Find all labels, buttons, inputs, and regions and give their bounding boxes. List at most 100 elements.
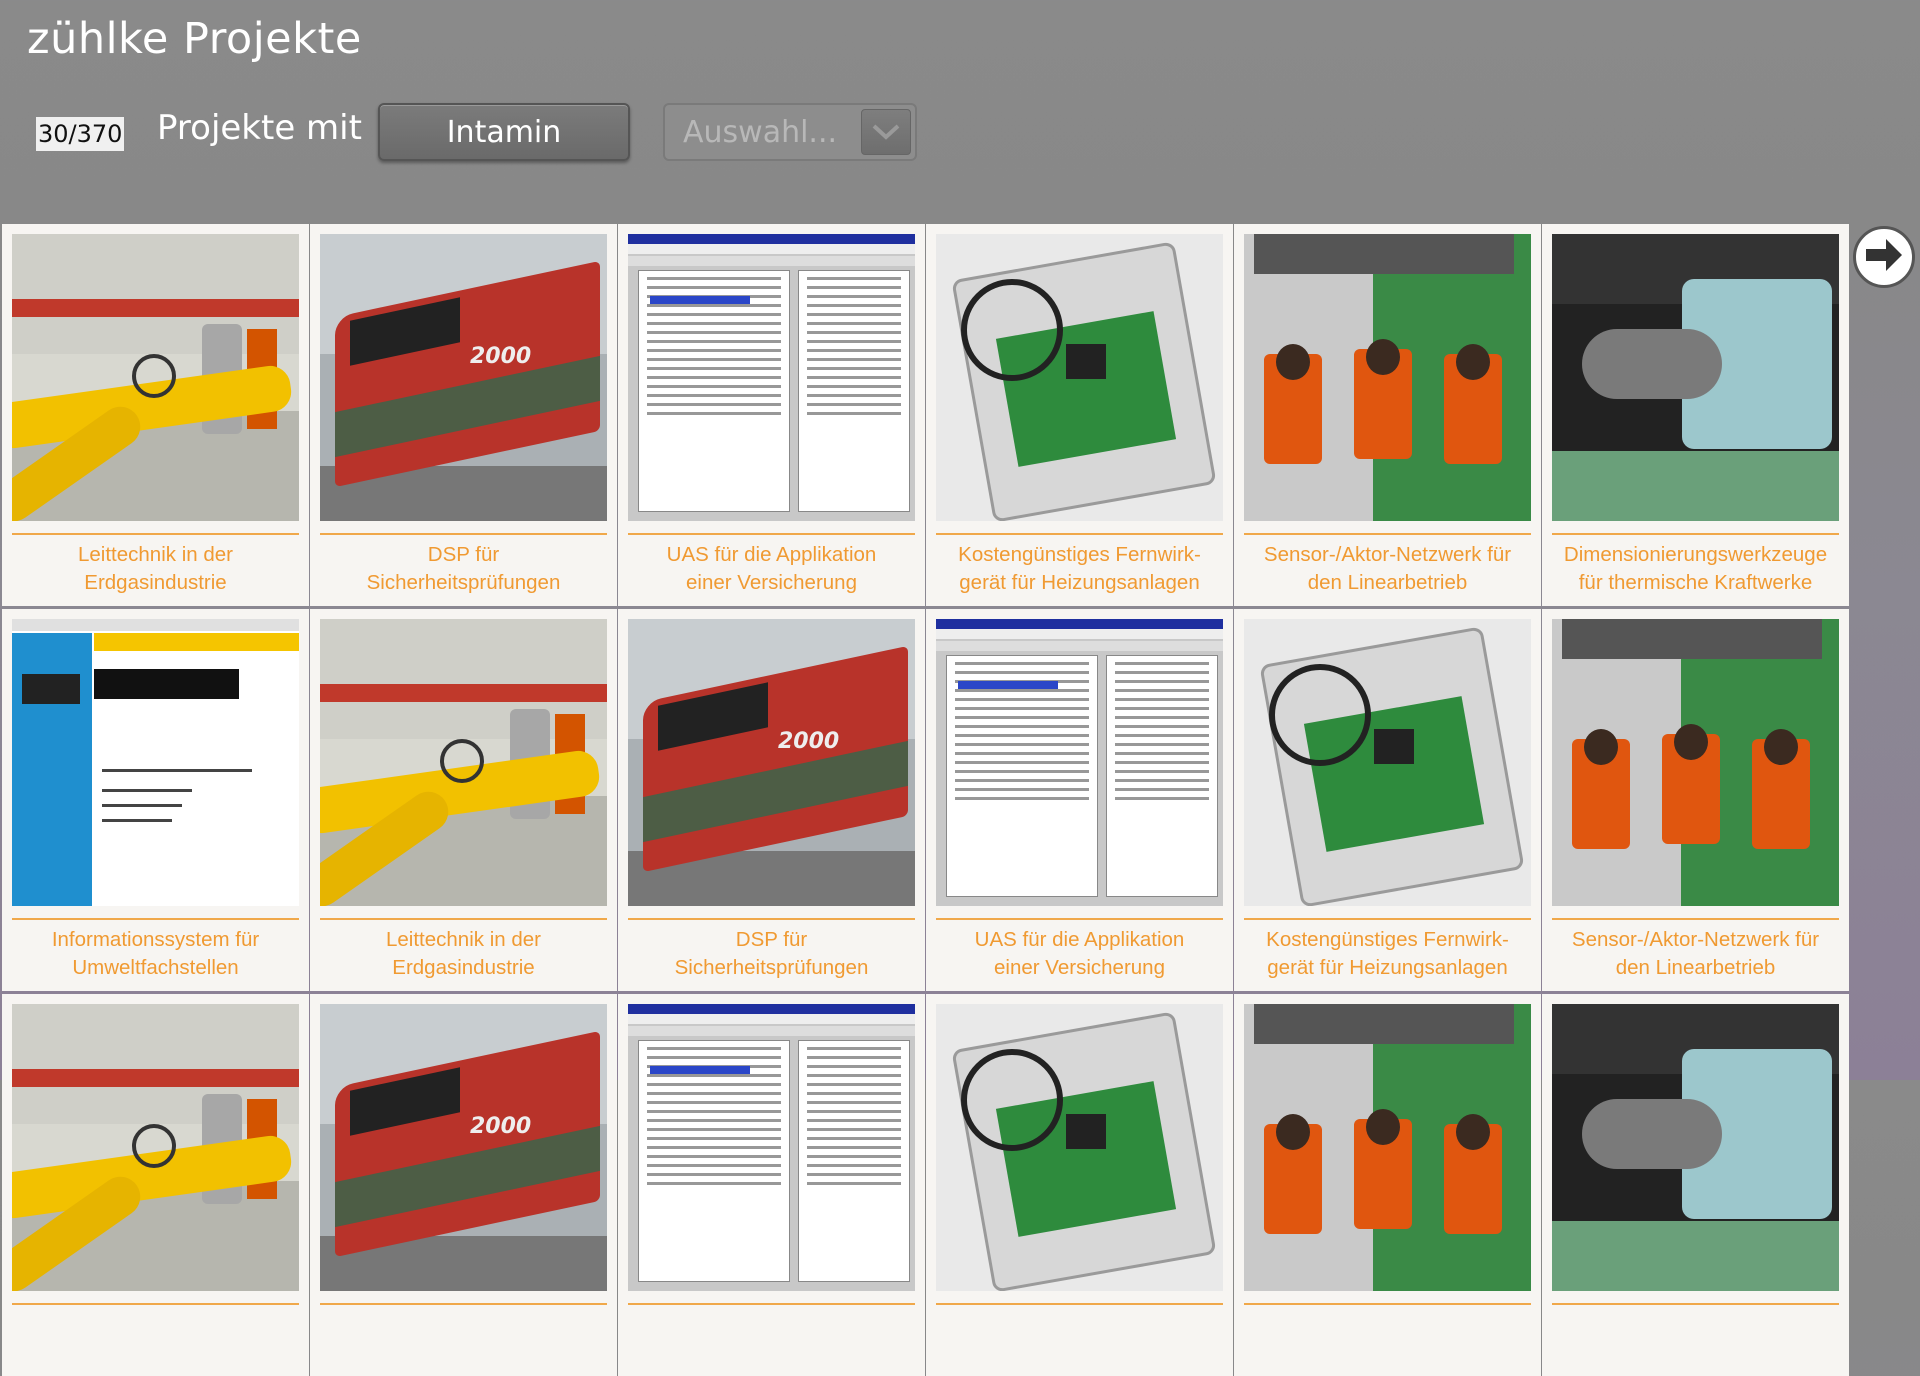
project-caption-line-1: Dimensionierungswerkzeuge <box>1563 543 1828 566</box>
project-thumbnail <box>628 234 915 521</box>
app-title: zühlke Projekte <box>27 14 362 64</box>
project-caption: DSP für Sicherheitsprüfungen <box>628 926 915 982</box>
project-card[interactable]: Sensor-/Aktor-Netzwerk für den Linearbetr… <box>1234 224 1541 606</box>
project-caption: Leittechnik in der Erdgasindustrie <box>320 926 607 982</box>
caption-divider <box>628 918 915 920</box>
project-thumbnail: 2000 <box>320 1004 607 1291</box>
project-caption-line-2: Erdgasindustrie <box>392 956 535 979</box>
project-card[interactable]: UAS für die Applikation einer Versicherun… <box>926 609 1233 991</box>
next-page-button[interactable] <box>1853 226 1915 288</box>
project-thumbnail <box>1244 1004 1531 1291</box>
project-caption: Leittechnik in der Erdgasindustrie <box>12 541 299 597</box>
project-grid: Leittechnik in der Erdgasindustrie 2000 DSP… <box>2 224 1849 1376</box>
project-caption-line-1: UAS für die Applikation <box>974 928 1185 951</box>
project-thumbnail <box>320 619 607 906</box>
project-caption: Informationssystem für Umweltfachstellen <box>12 926 299 982</box>
selection-dropdown[interactable]: Auswahl... <box>663 103 917 161</box>
caption-divider <box>936 1303 1223 1305</box>
project-thumbnail <box>1244 619 1531 906</box>
project-caption-line-2: den Linearbetrieb <box>1307 571 1468 594</box>
project-caption: DSP für Sicherheitsprüfungen <box>320 541 607 597</box>
project-caption-line-2: für thermische Kraftwerke <box>1578 571 1813 594</box>
project-caption-line-1: Leittechnik in der <box>386 928 541 951</box>
project-caption-line-1: Sensor-/Aktor-Netzwerk für <box>1263 543 1512 566</box>
project-caption-line-2: den Linearbetrieb <box>1615 956 1776 979</box>
project-card[interactable]: Leittechnik in der Erdgasindustrie <box>310 609 617 991</box>
caption-divider <box>936 918 1223 920</box>
project-thumbnail: 2000 <box>320 234 607 521</box>
project-thumbnail <box>12 234 299 521</box>
caption-divider <box>936 533 1223 535</box>
project-thumbnail: 2000 <box>628 619 915 906</box>
caption-divider <box>1244 918 1531 920</box>
caption-divider <box>12 918 299 920</box>
project-card[interactable]: 2000 <box>310 994 617 1376</box>
project-card[interactable]: Sensor-/Aktor-Netzwerk für den Linearbetr… <box>1542 609 1849 991</box>
project-caption-line-2: gerät für Heizungsanlagen <box>959 571 1200 594</box>
chevron-down-icon[interactable] <box>861 109 911 155</box>
selection-placeholder: Auswahl... <box>683 114 838 150</box>
project-card[interactable] <box>618 994 925 1376</box>
project-card[interactable]: Dimensionierungswerkzeuge für thermische … <box>1542 224 1849 606</box>
project-thumbnail <box>12 619 299 906</box>
caption-divider <box>628 533 915 535</box>
project-card[interactable]: 2000 DSP für Sicherheitsprüfungen <box>618 609 925 991</box>
project-thumbnail <box>936 1004 1223 1291</box>
project-thumbnail <box>12 1004 299 1291</box>
caption-divider <box>320 918 607 920</box>
project-caption-line-2: gerät für Heizungsanlagen <box>1267 956 1508 979</box>
project-caption: Kostengünstiges Fernwirk-gerät für Heizu… <box>1244 926 1531 982</box>
project-card[interactable] <box>926 994 1233 1376</box>
project-caption-line-1: DSP für <box>735 928 808 951</box>
project-caption-line-2: Sicherheitsprüfungen <box>674 956 869 979</box>
project-card[interactable]: 2000 DSP für Sicherheitsprüfungen <box>310 224 617 606</box>
project-caption: UAS für die Applikation einer Versicherun… <box>936 926 1223 982</box>
caption-divider <box>1552 1303 1839 1305</box>
project-caption-line-1: UAS für die Applikation <box>666 543 877 566</box>
project-card[interactable] <box>2 994 309 1376</box>
project-card[interactable]: Kostengünstiges Fernwirk-gerät für Heizu… <box>1234 609 1541 991</box>
project-thumbnail <box>628 1004 915 1291</box>
project-card[interactable]: Leittechnik in der Erdgasindustrie <box>2 224 309 606</box>
project-caption-line-1: Kostengünstiges Fernwirk- <box>1266 928 1509 951</box>
project-caption-line-2: Umweltfachstellen <box>72 956 239 979</box>
project-caption-line-1: Leittechnik in der <box>78 543 233 566</box>
caption-divider <box>1244 1303 1531 1305</box>
project-caption-line-2: Sicherheitsprüfungen <box>366 571 561 594</box>
caption-divider <box>1552 533 1839 535</box>
caption-divider <box>12 1303 299 1305</box>
project-caption: UAS für die Applikation einer Versicherun… <box>628 541 915 597</box>
project-caption-line-1: DSP für <box>427 543 500 566</box>
project-thumbnail <box>936 619 1223 906</box>
project-card[interactable]: Kostengünstiges Fernwirk-gerät für Heizu… <box>926 224 1233 606</box>
filter-label: Projekte mit <box>157 108 362 148</box>
project-caption-line-1: Informationssystem für <box>51 928 260 951</box>
arrow-right-icon <box>1864 237 1904 277</box>
caption-divider <box>1552 918 1839 920</box>
project-caption: Sensor-/Aktor-Netzwerk für den Linearbetr… <box>1552 926 1839 982</box>
project-caption-line-2: einer Versicherung <box>994 956 1165 979</box>
project-thumbnail <box>936 234 1223 521</box>
project-thumbnail <box>1552 234 1839 521</box>
project-caption: Sensor-/Aktor-Netzwerk für den Linearbetr… <box>1244 541 1531 597</box>
project-caption-line-2: einer Versicherung <box>686 571 857 594</box>
filter-value-button[interactable]: Intamin <box>378 103 630 161</box>
project-card[interactable]: UAS für die Applikation einer Versicherun… <box>618 224 925 606</box>
caption-divider <box>320 1303 607 1305</box>
caption-divider <box>12 533 299 535</box>
caption-divider <box>628 1303 915 1305</box>
project-caption-line-1: Sensor-/Aktor-Netzwerk für <box>1571 928 1820 951</box>
project-caption: Kostengünstiges Fernwirk-gerät für Heizu… <box>936 541 1223 597</box>
project-thumbnail <box>1552 1004 1839 1291</box>
project-thumbnail <box>1244 234 1531 521</box>
caption-divider <box>1244 533 1531 535</box>
project-thumbnail <box>1552 619 1839 906</box>
project-caption: Dimensionierungswerkzeuge für thermische … <box>1552 541 1839 597</box>
project-card[interactable] <box>1234 994 1541 1376</box>
filter-value-label: Intamin <box>446 114 562 150</box>
result-counter: 30/370 <box>36 117 125 151</box>
project-card[interactable] <box>1542 994 1849 1376</box>
project-card[interactable]: Informationssystem für Umweltfachstellen <box>2 609 309 991</box>
project-caption-line-2: Erdgasindustrie <box>84 571 227 594</box>
caption-divider <box>320 533 607 535</box>
